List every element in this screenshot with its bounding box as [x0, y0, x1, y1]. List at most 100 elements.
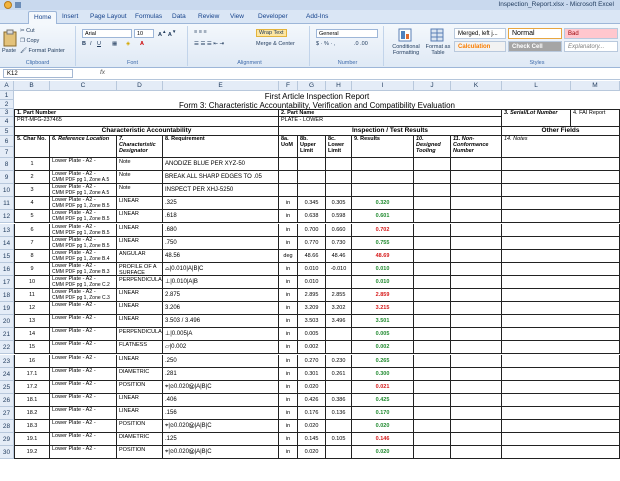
worksheet-grid[interactable]: First Article Inspection Report Form 3: …	[14, 91, 620, 481]
paste-button[interactable]: Paste	[2, 48, 16, 54]
column-header-b[interactable]: B	[14, 81, 50, 91]
designed-tooling	[414, 433, 451, 447]
tab-home[interactable]: Home	[28, 11, 58, 24]
column-header-h[interactable]: H	[326, 81, 352, 91]
align-left-icon[interactable]: ☰ ☰ ☰ ⇤ ⇥	[194, 41, 224, 47]
tab-page-layout[interactable]: Page Layout	[90, 13, 127, 20]
fill-color-icon[interactable]: ◈	[126, 41, 130, 47]
tab-review[interactable]: Review	[198, 13, 219, 20]
row-header-11[interactable]: 11	[0, 197, 14, 211]
conditional-formatting-icon[interactable]	[398, 28, 412, 42]
format-table-button[interactable]: Format as Table	[424, 44, 452, 56]
row-header-23[interactable]: 23	[0, 354, 14, 368]
align-top-icon[interactable]: ≡ ≡ ≡	[194, 29, 207, 35]
row-header-20[interactable]: 20	[0, 315, 14, 329]
row-header-28[interactable]: 28	[0, 420, 14, 434]
style-merged-left[interactable]: Merged, left j...	[454, 28, 506, 39]
column-header-m[interactable]: M	[571, 81, 620, 91]
row-header-13[interactable]: 13	[0, 223, 14, 237]
style-calculation[interactable]: Calculation	[454, 41, 506, 52]
header-upper: 8b. Upper Limit	[298, 136, 326, 158]
row-header-30[interactable]: 30	[0, 446, 14, 460]
notes-cell	[502, 184, 620, 198]
borders-icon[interactable]: ▦	[112, 41, 117, 47]
reference-line-2: CMM PDF pg 1, Zone C.2	[52, 281, 110, 288]
save-icon[interactable]	[15, 2, 21, 8]
row-header-4[interactable]: 4	[0, 117, 14, 127]
tab-view[interactable]: View	[230, 13, 244, 20]
upper-limit: 0.010	[298, 262, 326, 276]
conditional-formatting-button[interactable]: Conditional Formatting	[386, 44, 426, 56]
row-header-26[interactable]: 26	[0, 393, 14, 407]
column-header-g[interactable]: G	[298, 81, 326, 91]
office-button-icon[interactable]	[4, 1, 12, 9]
row-header-12[interactable]: 12	[0, 210, 14, 224]
notes-cell	[502, 367, 620, 381]
row-header-27[interactable]: 27	[0, 406, 14, 420]
column-header-d[interactable]: D	[117, 81, 163, 91]
wrap-text-button[interactable]: Wrap Text	[256, 29, 287, 37]
designed-tooling	[414, 380, 451, 394]
row-header-16[interactable]: 16	[0, 262, 14, 276]
style-check-cell[interactable]: Check Cell	[508, 41, 562, 52]
row-header-14[interactable]: 14	[0, 236, 14, 250]
row-header-6[interactable]: 6	[0, 136, 14, 147]
tab-insert[interactable]: Insert	[62, 13, 78, 20]
font-family-select[interactable]: Arial	[82, 29, 132, 38]
paste-icon[interactable]	[3, 29, 17, 47]
tab-add-ins[interactable]: Add-Ins	[306, 13, 328, 20]
row-header-9[interactable]: 9	[0, 171, 14, 185]
row-header-15[interactable]: 15	[0, 249, 14, 263]
tab-formulas[interactable]: Formulas	[135, 13, 162, 20]
column-header-c[interactable]: C	[50, 81, 117, 91]
row-header-22[interactable]: 22	[0, 341, 14, 355]
merge-center-button[interactable]: Merge & Center	[256, 41, 295, 47]
cut-button[interactable]: ✂ Cut	[20, 28, 35, 34]
row-header-21[interactable]: 21	[0, 328, 14, 342]
currency-icon[interactable]: $ · % · ,	[316, 41, 335, 47]
reference-line-2: CMM PDF pg 1, Zone A.5	[52, 190, 110, 197]
row-header-19[interactable]: 19	[0, 302, 14, 316]
column-header-j[interactable]: J	[414, 81, 451, 91]
tab-developer[interactable]: Developer	[258, 13, 288, 20]
unit-of-measure: in	[279, 210, 298, 224]
column-header-k[interactable]: K	[451, 81, 502, 91]
row-header-10[interactable]: 10	[0, 184, 14, 198]
name-box[interactable]: K12	[3, 69, 73, 78]
italic-button[interactable]: I	[90, 41, 92, 47]
unit-of-measure: deg	[279, 249, 298, 263]
row-header-2[interactable]: 2	[0, 100, 14, 109]
row-header-24[interactable]: 24	[0, 367, 14, 381]
row-header-5[interactable]: 5	[0, 127, 14, 136]
format-table-icon[interactable]	[430, 28, 444, 42]
non-conformance	[451, 433, 502, 447]
format-painter-button[interactable]: 🖌 Format Painter	[20, 48, 65, 54]
row-header-25[interactable]: 25	[0, 380, 14, 394]
row-header-7[interactable]: 7	[0, 147, 14, 158]
decimal-icon[interactable]: .0 .00	[354, 41, 368, 47]
grow-font-icon[interactable]: A▲ A▼	[158, 29, 176, 38]
row-header-17[interactable]: 17	[0, 275, 14, 289]
requirement: ⊥|0.005|A	[163, 328, 279, 342]
row-header-18[interactable]: 18	[0, 289, 14, 303]
column-header-i[interactable]: I	[352, 81, 414, 91]
tab-data[interactable]: Data	[172, 13, 186, 20]
font-color-icon[interactable]: A	[140, 41, 144, 47]
fx-icon[interactable]: fx	[100, 69, 105, 76]
underline-button[interactable]: U	[97, 41, 101, 47]
row-header-1[interactable]: 1	[0, 91, 14, 100]
copy-button[interactable]: ❐ Copy	[20, 38, 39, 44]
column-header-f[interactable]: F	[279, 81, 298, 91]
bold-button[interactable]: B	[82, 41, 86, 47]
row-header-3[interactable]: 3	[0, 109, 14, 117]
column-header-l[interactable]: L	[502, 81, 571, 91]
row-header-8[interactable]: 8	[0, 158, 14, 172]
font-size-select[interactable]: 10	[134, 29, 154, 38]
style-explanatory[interactable]: Explanatory...	[564, 41, 618, 52]
column-header-e[interactable]: E	[163, 81, 279, 91]
number-format-select[interactable]: General	[316, 29, 378, 38]
style-bad[interactable]: Bad	[564, 28, 618, 39]
row-header-29[interactable]: 29	[0, 433, 14, 447]
column-header-a[interactable]: A	[0, 81, 14, 91]
style-normal[interactable]: Normal	[508, 28, 562, 39]
